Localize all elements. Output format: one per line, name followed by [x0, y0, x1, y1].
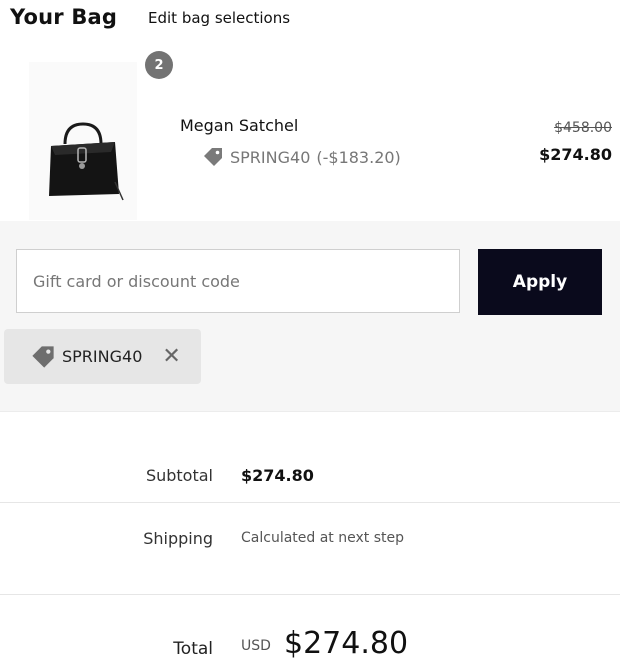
discount-panel: Apply SPRING40 ✕: [0, 221, 620, 412]
handbag-icon: [49, 122, 124, 201]
apply-button[interactable]: Apply: [478, 249, 602, 315]
item-promo-discount: (-$183.20): [316, 147, 401, 167]
product-name[interactable]: Megan Satchel: [180, 116, 298, 135]
subtotal-value: $274.80: [241, 466, 314, 485]
edit-bag-link[interactable]: Edit bag selections: [148, 9, 290, 27]
item-promo-code: SPRING40: [230, 147, 311, 167]
applied-code-label: SPRING40: [62, 347, 143, 366]
discount-code-input[interactable]: [16, 249, 460, 313]
total-amount: $274.80: [284, 626, 409, 661]
bag-header: Your Bag: [10, 0, 117, 34]
applied-discount-chip: SPRING40 ✕: [4, 329, 201, 384]
item-promo: SPRING40 (-$183.20): [202, 146, 401, 168]
shipping-value: Calculated at next step: [241, 530, 404, 546]
quantity-badge: 2: [145, 51, 173, 79]
total-currency: USD: [241, 638, 271, 654]
close-icon[interactable]: ✕: [162, 345, 180, 368]
total-label: Total: [173, 639, 213, 659]
subtotal-label: Subtotal: [145, 466, 213, 485]
tag-icon: [32, 345, 54, 368]
divider: [0, 594, 620, 595]
sale-price: $274.80: [539, 145, 612, 164]
page-title: Your Bag: [10, 5, 118, 29]
original-price: $458.00: [554, 120, 612, 136]
tag-icon: [204, 148, 222, 166]
product-image[interactable]: [29, 62, 137, 220]
divider: [0, 502, 620, 503]
shipping-label: Shipping: [143, 529, 213, 548]
